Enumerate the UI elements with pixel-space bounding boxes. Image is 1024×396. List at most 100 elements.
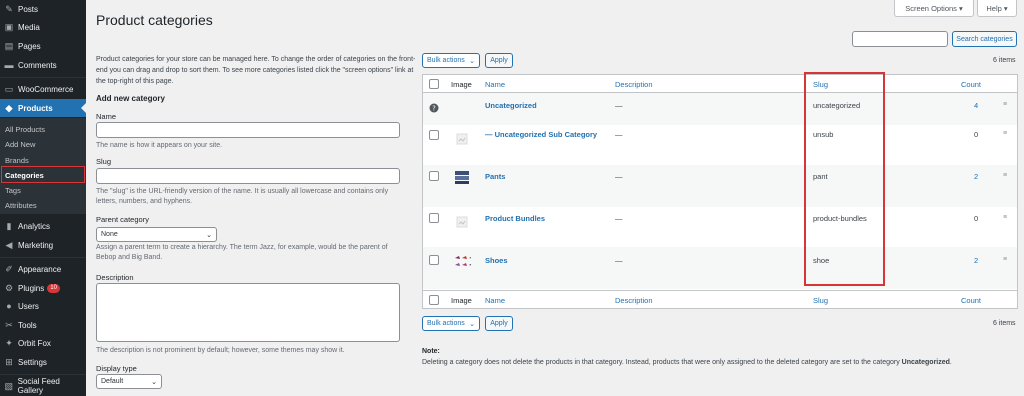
admin-sidebar: ✎ Posts ▣ Media ▤ Pages ▬ Comments ▭ WooComme… — [0, 0, 86, 396]
help-icon: ? — [425, 99, 443, 117]
row-checkbox[interactable] — [429, 130, 439, 140]
category-name-link[interactable]: — Uncategorized Sub Category — [485, 130, 597, 139]
menu-separator — [0, 257, 86, 258]
category-name-link[interactable]: Pants — [485, 172, 505, 181]
menu-item-comments[interactable]: ▬ Comments — [0, 56, 86, 74]
menu-item-users[interactable]: ● Users — [0, 297, 86, 315]
plugins-icon: ⚙ — [4, 282, 14, 293]
drag-handle-icon[interactable]: ≡ — [1003, 214, 1009, 221]
category-count-link[interactable]: 2 — [974, 256, 978, 265]
category-count-link[interactable]: 4 — [974, 101, 978, 110]
submenu-all-products[interactable]: All Products — [5, 125, 45, 134]
category-name-link[interactable]: Uncategorized — [485, 101, 537, 110]
row-checkbox[interactable] — [429, 171, 439, 181]
column-slug[interactable]: Slug — [813, 80, 828, 89]
placeholder-icon — [453, 130, 471, 148]
menu-item-appearance[interactable]: ✐ Appearance — [0, 260, 86, 278]
chevron-down-icon: ⌄ — [151, 378, 157, 386]
help-button[interactable]: Help ▾ — [977, 0, 1017, 17]
tools-icon: ✂ — [5, 319, 13, 330]
slug-label: Slug — [96, 157, 112, 166]
categories-table: Image Name Description Slug Count ? Unca… — [422, 74, 1018, 309]
row-checkbox[interactable] — [429, 255, 439, 265]
category-description: — — [615, 256, 623, 265]
note-label: Note: — [422, 348, 440, 355]
drag-handle-icon[interactable]: ≡ — [1003, 172, 1009, 179]
select-all-checkbox[interactable] — [429, 79, 439, 89]
menu-item-plugins[interactable]: ⚙ Plugins 10 — [0, 279, 86, 297]
submenu-add-new[interactable]: Add New — [5, 140, 35, 149]
apply-button-bottom[interactable]: Apply — [485, 316, 513, 331]
category-count-link[interactable]: 2 — [974, 172, 978, 181]
slug-help: The "slug" is the URL-friendly version o… — [96, 188, 389, 205]
search-categories-button[interactable]: Search categories — [952, 31, 1017, 47]
menu-item-pages[interactable]: ▤ Pages — [0, 37, 86, 55]
settings-icon: ⊞ — [5, 356, 13, 367]
name-label: Name — [96, 112, 117, 121]
column-count[interactable]: Count — [961, 296, 981, 305]
media-icon: ▣ — [4, 21, 14, 32]
submenu-brands[interactable]: Brands — [5, 156, 29, 165]
add-new-heading: Add new category — [96, 94, 165, 103]
name-help: The name is how it appears on your site. — [96, 142, 223, 149]
chevron-down-icon: ⌄ — [206, 231, 212, 239]
bulk-actions-select-bottom[interactable]: Bulk actions ⌄ — [422, 316, 480, 331]
column-name[interactable]: Name — [485, 296, 505, 305]
category-name-link[interactable]: Product Bundles — [485, 214, 545, 223]
column-description[interactable]: Description — [615, 80, 653, 89]
column-slug[interactable]: Slug — [813, 296, 828, 305]
column-count[interactable]: Count — [961, 80, 981, 89]
slug-input[interactable] — [96, 168, 400, 184]
drag-handle-icon[interactable]: ≡ — [1003, 130, 1009, 137]
categories-highlight — [1, 166, 85, 183]
marketing-icon: ◀ — [5, 239, 13, 250]
users-icon: ● — [6, 301, 12, 311]
menu-item-analytics[interactable]: ▮ Analytics — [0, 217, 86, 235]
parent-category-select[interactable]: None ⌄ — [96, 227, 217, 242]
column-description[interactable]: Description — [615, 296, 653, 305]
parent-category-label: Parent category — [96, 215, 149, 224]
menu-separator — [0, 77, 86, 78]
screen-options-button[interactable]: Screen Options ▾ — [894, 0, 974, 17]
select-all-checkbox-bottom[interactable] — [429, 295, 439, 305]
note-text: Deleting a category does not delete the … — [422, 359, 952, 366]
column-image: Image — [451, 80, 472, 89]
description-help: The description is not prominent by defa… — [96, 347, 345, 354]
menu-item-posts[interactable]: ✎ Posts — [0, 0, 86, 18]
bulk-actions-select-top[interactable]: Bulk actions ⌄ — [422, 53, 480, 68]
table-footer: Image Name Description Slug Count — [423, 290, 1017, 309]
woocommerce-icon: ▭ — [4, 83, 14, 94]
category-slug: pant — [813, 172, 828, 181]
search-input[interactable] — [852, 31, 948, 47]
category-slug: shoe — [813, 256, 830, 265]
menu-item-orbit-fox[interactable]: ✦ Orbit Fox — [0, 334, 86, 352]
submenu-attributes[interactable]: Attributes — [5, 201, 37, 210]
table-row: ? Uncategorized — uncategorized 4 ≡ — [423, 93, 1017, 125]
orbit-fox-icon: ✦ — [5, 337, 13, 348]
category-name-link[interactable]: Shoes — [485, 256, 508, 265]
svg-text:?: ? — [432, 105, 436, 113]
plugins-update-badge: 10 — [47, 283, 60, 293]
menu-item-media[interactable]: ▣ Media — [0, 18, 86, 36]
description-textarea[interactable] — [96, 283, 400, 342]
display-type-label: Display type — [96, 364, 137, 373]
menu-item-products[interactable]: ◆ Products — [0, 99, 86, 117]
display-type-select[interactable]: Default ⌄ — [96, 374, 162, 389]
menu-item-tools[interactable]: ✂ Tools — [0, 316, 86, 334]
name-input[interactable] — [96, 122, 400, 138]
drag-handle-icon[interactable]: ≡ — [1003, 256, 1009, 263]
table-row: Shoes — shoe 2 ≡ — [423, 247, 1017, 289]
apply-button-top[interactable]: Apply — [485, 53, 513, 68]
drag-handle-icon[interactable]: ≡ — [1003, 101, 1009, 108]
parent-category-help: Assign a parent term to create a hierarc… — [96, 244, 388, 261]
menu-item-marketing[interactable]: ◀ Marketing — [0, 236, 86, 254]
pants-icon — [453, 168, 471, 186]
menu-item-settings[interactable]: ⊞ Settings — [0, 353, 86, 371]
menu-item-social-feed-gallery[interactable]: ▧ Social Feed Gallery — [0, 377, 86, 395]
row-checkbox[interactable] — [429, 213, 439, 223]
menu-item-woocommerce[interactable]: ▭ WooCommerce — [0, 80, 86, 98]
submenu-tags[interactable]: Tags — [5, 186, 21, 195]
description-label: Description — [96, 273, 134, 282]
column-name[interactable]: Name — [485, 80, 505, 89]
table-row: — Uncategorized Sub Category — unsub 0 ≡ — [423, 125, 1017, 165]
